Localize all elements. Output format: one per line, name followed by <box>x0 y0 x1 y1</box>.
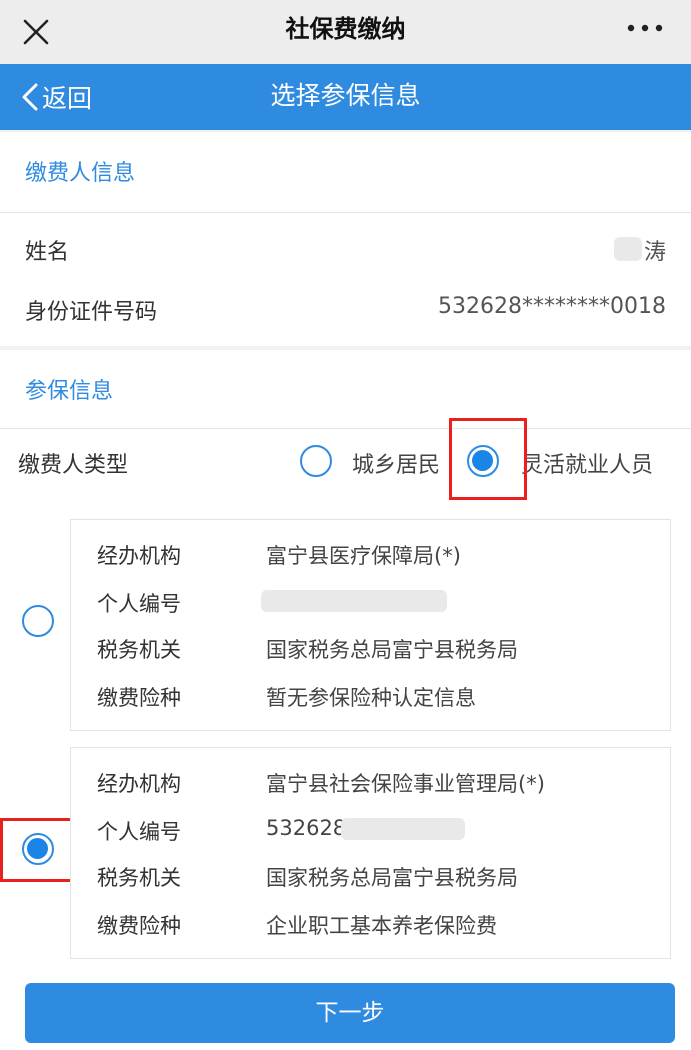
next-step-button[interactable]: 下一步 <box>25 983 675 1043</box>
agency-label: 经办机构 <box>97 544 181 568</box>
insured-section-header: 参保信息 <box>0 350 691 434</box>
tax-authority-value: 国家税务总局富宁县税务局 <box>266 638 518 662</box>
name-label: 姓名 <box>25 240 70 265</box>
insurance-type-value: 暂无参保险种认定信息 <box>266 686 476 710</box>
nav-bar: 返回 选择参保信息 <box>0 64 691 130</box>
tax-authority-label: 税务机关 <box>97 638 181 662</box>
divider <box>0 212 691 213</box>
agency-label: 经办机构 <box>97 772 181 796</box>
redacted-number-mask <box>341 818 465 840</box>
insurance-record-card[interactable]: 经办机构 富宁县医疗保障局(*) 个人编号 税务机关 国家税务总局富宁县税务局 … <box>70 519 671 731</box>
window-title: 社保费缴纳 <box>285 15 406 43</box>
window-title-bar: 社保费缴纳 <box>0 0 691 64</box>
payer-section-header: 缴费人信息 <box>0 132 691 216</box>
redacted-name-mask <box>614 237 642 261</box>
insurance-type-label: 缴费险种 <box>97 686 181 710</box>
agency-value: 富宁县医疗保障局(*) <box>266 544 461 568</box>
tax-authority-value: 国家税务总局富宁县税务局 <box>266 866 518 890</box>
name-value: 涛 <box>643 240 666 265</box>
agency-value: 富宁县社会保险事业管理局(*) <box>266 772 545 796</box>
page-title: 选择参保信息 <box>270 81 421 110</box>
personal-number-label: 个人编号 <box>97 592 181 616</box>
highlight-box <box>449 418 527 500</box>
id-number-value: 532628********0018 <box>438 294 666 319</box>
payer-section-title: 缴费人信息 <box>25 161 136 186</box>
id-number-label: 身份证件号码 <box>25 300 158 325</box>
highlight-box <box>0 818 80 882</box>
personal-number-label: 个人编号 <box>97 820 181 844</box>
tax-authority-label: 税务机关 <box>97 866 181 890</box>
insured-section-title: 参保信息 <box>25 379 114 404</box>
option-flexible-employment-label: 灵活就业人员 <box>521 453 654 478</box>
personal-number-value: 532628 <box>266 816 347 840</box>
redacted-number-mask <box>261 590 447 612</box>
radio-urban-rural-resident[interactable] <box>300 445 332 477</box>
divider <box>0 428 691 429</box>
insurance-type-value: 企业职工基本养老保险费 <box>266 914 497 938</box>
payer-type-label: 缴费人类型 <box>18 453 129 478</box>
more-icon[interactable] <box>625 16 665 40</box>
option-urban-rural-resident-label: 城乡居民 <box>352 453 441 478</box>
record-1-radio[interactable] <box>22 605 54 637</box>
insurance-record-card[interactable]: 经办机构 富宁县社会保险事业管理局(*) 个人编号 532628 税务机关 国家… <box>70 747 671 959</box>
insurance-type-label: 缴费险种 <box>97 914 181 938</box>
